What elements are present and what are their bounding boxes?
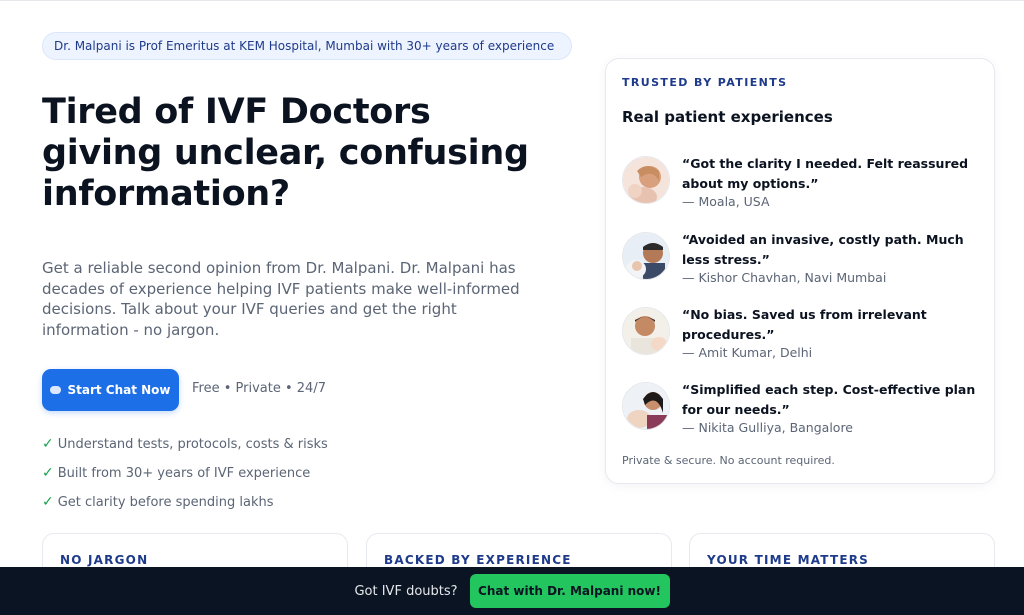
sticky-bar-question: Got IVF doubts? (354, 583, 458, 599)
start-chat-label: Start Chat Now (67, 383, 171, 397)
testimonial-author: — Amit Kumar, Delhi (682, 345, 813, 360)
feature-label: BACKED BY EXPERIENCE (384, 553, 572, 567)
avatar (622, 307, 670, 355)
testimonials-kicker: TRUSTED BY PATIENTS (622, 76, 788, 89)
check-icon: ✓ (42, 494, 54, 510)
testimonial-quote: “No bias. Saved us from irrelevant proce… (682, 307, 927, 342)
sticky-chat-bar: Got IVF doubts? Chat with Dr. Malpani no… (0, 567, 1024, 615)
testimonials-title: Real patient experiences (622, 108, 833, 126)
check-icon: ✓ (42, 465, 54, 481)
chat-with-doctor-button[interactable]: Chat with Dr. Malpani now! (469, 574, 670, 608)
credential-banner: Dr. Malpani is Prof Emeritus at KEM Hosp… (42, 32, 572, 60)
benefits-list: ✓ Understand tests, protocols, costs & ri… (42, 435, 328, 522)
start-chat-button[interactable]: Start Chat Now (42, 369, 179, 411)
testimonial-quote: “Avoided an invasive, costly path. Much … (682, 232, 964, 267)
chat-bubble-icon (50, 386, 62, 394)
check-icon: ✓ (42, 436, 54, 452)
avatar (622, 156, 670, 204)
top-divider (0, 0, 1024, 1)
benefit-item: ✓ Built from 30+ years of IVF experience (42, 465, 311, 481)
testimonial-author: — Moala, USA (682, 194, 770, 209)
testimonial-quote: “Simplified each step. Cost-effective pl… (682, 382, 976, 417)
cta-meta: Free • Private • 24/7 (192, 381, 326, 396)
testimonial-quote: “Got the clarity I needed. Felt reassure… (682, 156, 969, 191)
hero-description: Get a reliable second opinion from Dr. M… (42, 259, 520, 339)
benefit-item: ✓ Get clarity before spending lakhs (42, 494, 274, 510)
hero-title: Tired of IVF Doctors giving unclear, con… (42, 92, 529, 214)
feature-label: NO JARGON (60, 553, 149, 567)
testimonial-author: — Nikita Gulliya, Bangalore (682, 420, 854, 435)
avatar (622, 382, 670, 430)
benefit-item: ✓ Understand tests, protocols, costs & ri… (42, 436, 328, 452)
feature-label: YOUR TIME MATTERS (707, 553, 870, 567)
avatar (622, 232, 670, 280)
credential-banner-text: Dr. Malpani is Prof Emeritus at KEM Hosp… (54, 39, 555, 53)
privacy-note: Private & secure. No account required. (622, 454, 835, 467)
testimonial-author: — Kishor Chavhan, Navi Mumbai (682, 270, 887, 285)
testimonials-panel: TRUSTED BY PATIENTS Real patient experie… (605, 58, 995, 484)
